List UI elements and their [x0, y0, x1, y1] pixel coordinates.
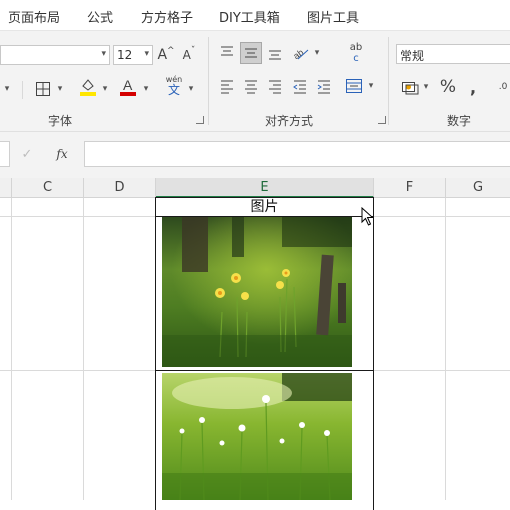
chevron-down-icon[interactable]: ▾: [144, 49, 149, 59]
column-header-e[interactable]: E: [156, 178, 374, 198]
tab-formulas[interactable]: 公式: [87, 7, 113, 26]
tab-fangfang-grid[interactable]: 方方格子: [141, 7, 193, 26]
chevron-down-icon[interactable]: ▾: [312, 43, 322, 63]
font-size-value: 12: [117, 48, 133, 62]
font-group-label: 字体: [48, 114, 73, 128]
separator: [208, 37, 209, 125]
chevron-down-icon[interactable]: ▾: [421, 77, 431, 97]
chevron-down-icon[interactable]: ▾: [366, 76, 376, 96]
separator: [22, 81, 23, 99]
orientation-icon[interactable]: ab: [290, 42, 312, 64]
chevron-down-icon[interactable]: ▾: [141, 79, 151, 99]
increase-font-size-icon[interactable]: A ^: [157, 45, 175, 65]
phonetic-bottom: 文: [167, 83, 180, 97]
increase-decimal-icon[interactable]: .0: [496, 76, 510, 98]
align-center-icon[interactable]: [241, 76, 261, 96]
name-box[interactable]: [0, 141, 10, 167]
decrease-indent-icon[interactable]: [290, 76, 310, 96]
font-name-combo[interactable]: ▾: [0, 45, 110, 65]
chevron-down-icon[interactable]: ▾: [55, 79, 65, 99]
number-format-value: 常规: [400, 49, 425, 63]
phonetic-guide-icon[interactable]: wén 文: [163, 75, 185, 101]
align-middle-icon[interactable]: [240, 42, 262, 64]
wrap-ab-top: ab: [349, 42, 363, 53]
column-header-g[interactable]: G: [446, 178, 510, 198]
tab-diy-toolbox[interactable]: DIY工具箱: [219, 7, 280, 26]
gridline: [11, 198, 12, 500]
increase-indent-icon[interactable]: [314, 76, 334, 96]
tab-page-layout[interactable]: 页面布局: [8, 7, 60, 26]
accounting-format-icon[interactable]: [400, 77, 420, 97]
merge-center-icon[interactable]: [344, 76, 364, 96]
svg-text:A: A: [123, 77, 133, 93]
row-header-corner[interactable]: [0, 178, 12, 198]
formula-bar: ✕ ✓ fx: [0, 131, 510, 178]
tab-picture-tools[interactable]: 图片工具: [307, 7, 359, 26]
column-header-f[interactable]: F: [374, 178, 446, 198]
column-header-c[interactable]: C: [12, 178, 84, 198]
confirm-entry-icon[interactable]: ✓: [20, 144, 34, 164]
photo-daffodils-meadow[interactable]: [162, 217, 352, 367]
align-right-icon[interactable]: [265, 76, 285, 96]
font-dialog-launcher-icon[interactable]: [196, 116, 204, 124]
chevron-down-icon[interactable]: ▾: [100, 79, 110, 99]
mouse-pointer-icon: [361, 206, 375, 227]
wrap-text-icon[interactable]: ab c: [345, 42, 367, 68]
fill-color-icon[interactable]: [78, 76, 98, 98]
ribbon: ▾ 12 ▾ A^ Aˇ ▾ ▾ ▾ A ▾ wén 文 ▾ 字体 ab ▾: [0, 30, 510, 131]
formula-input[interactable]: [84, 141, 510, 167]
align-top-icon[interactable]: [217, 43, 237, 63]
photo-white-wildflowers[interactable]: [162, 373, 352, 500]
chevron-down-icon[interactable]: ▾: [0, 79, 14, 99]
font-color-icon[interactable]: A: [118, 76, 138, 98]
borders-icon[interactable]: [33, 79, 53, 99]
separator: [388, 37, 389, 125]
ribbon-tab-bar: 页面布局 公式 方方格子 DIY工具箱 图片工具: [0, 0, 510, 30]
align-bottom-icon[interactable]: [265, 43, 285, 63]
number-format-combo[interactable]: 常规: [396, 44, 510, 64]
cell-e1[interactable]: 图片: [155, 197, 374, 217]
insert-function-icon[interactable]: fx: [52, 144, 72, 164]
wrap-ab-bottom: c: [353, 53, 359, 64]
percent-style-icon[interactable]: %: [437, 76, 459, 98]
alignment-dialog-launcher-icon[interactable]: [378, 116, 386, 124]
gridline: [83, 198, 84, 500]
worksheet-grid: C D E F G 图片: [0, 178, 510, 510]
decrease-font-size-icon[interactable]: Aˇ: [180, 45, 198, 65]
chevron-down-icon[interactable]: ▾: [101, 49, 106, 59]
gridline: [445, 198, 446, 500]
comma-style-icon[interactable]: ,: [466, 76, 480, 98]
column-header-d[interactable]: D: [84, 178, 156, 198]
align-left-icon[interactable]: [217, 76, 237, 96]
chevron-down-icon[interactable]: ▾: [186, 79, 196, 99]
number-group-label: 数字: [447, 114, 472, 128]
font-size-combo[interactable]: 12 ▾: [113, 45, 153, 65]
alignment-group-label: 对齐方式: [265, 114, 314, 128]
